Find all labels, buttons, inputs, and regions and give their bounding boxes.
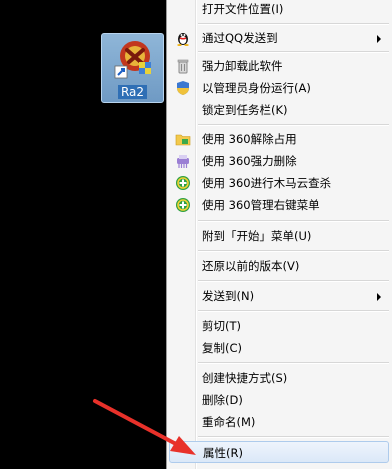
menu-item-open-file-location[interactable]: 打开文件位置(I) <box>169 0 389 20</box>
menu-item-label: 属性(R) <box>203 446 243 460</box>
uac-shield-icon <box>177 81 189 95</box>
menu-item-run-as-admin[interactable]: 以管理员身份运行(A) <box>169 77 389 99</box>
menu-item-label: 以管理员身份运行(A) <box>202 81 311 95</box>
desktop-shortcut-ra2[interactable]: Ra2 <box>101 33 164 103</box>
menu-separator <box>198 51 389 53</box>
menu-item-label: 复制(C) <box>202 341 243 355</box>
menu-item-label: 创建快捷方式(S) <box>202 371 288 385</box>
menu-item-360-force-delete[interactable]: 使用 360强力删除 <box>169 150 389 172</box>
purple-shred-icon <box>177 155 189 168</box>
menu-item-label: 使用 360解除占用 <box>202 132 297 146</box>
menu-separator <box>198 23 389 25</box>
menu-item-label: 使用 360管理右键菜单 <box>202 198 320 212</box>
menu-item-create-shortcut[interactable]: 创建快捷方式(S) <box>169 367 389 389</box>
menu-item-label: 剪切(T) <box>202 319 241 333</box>
menu-item-pin-to-taskbar[interactable]: 锁定到任务栏(K) <box>169 99 389 121</box>
360-green-plus-icon <box>176 176 190 190</box>
menu-item-label: 附到「开始」菜单(U) <box>202 229 312 243</box>
menu-item-label: 使用 360进行木马云查杀 <box>202 176 332 190</box>
menu-item-360-unlock[interactable]: 使用 360解除占用 <box>169 128 389 150</box>
menu-item-send-to[interactable]: 发送到(N) <box>169 285 389 307</box>
menu-separator <box>198 220 389 222</box>
360-green-plus-icon <box>176 198 190 212</box>
submenu-arrow-icon <box>377 293 381 301</box>
menu-item-copy[interactable]: 复制(C) <box>169 337 389 359</box>
context-menu: 打开文件位置(I) 通过QQ发送到 强力卸载此软件 以管理员身份运行(A) 锁定… <box>166 0 392 469</box>
menu-item-label: 发送到(N) <box>202 289 255 303</box>
red-alert-app-icon <box>114 41 151 79</box>
menu-separator <box>198 436 389 438</box>
menu-item-360-trojan-scan[interactable]: 使用 360进行木马云查杀 <box>169 172 389 194</box>
trash-icon <box>177 59 189 74</box>
menu-item-pin-to-start[interactable]: 附到「开始」菜单(U) <box>169 225 389 247</box>
menu-item-force-uninstall[interactable]: 强力卸载此软件 <box>169 55 389 77</box>
menu-item-rename[interactable]: 重命名(M) <box>169 411 389 433</box>
menu-item-cut[interactable]: 剪切(T) <box>169 315 389 337</box>
shortcut-label: Ra2 <box>102 85 163 99</box>
menu-separator <box>198 250 389 252</box>
qq-penguin-icon <box>177 33 189 46</box>
menu-item-send-via-qq[interactable]: 通过QQ发送到 <box>169 27 389 49</box>
menu-item-label: 重命名(M) <box>202 415 256 429</box>
folder-unlock-icon <box>175 134 191 146</box>
submenu-arrow-icon <box>377 35 381 43</box>
menu-item-delete[interactable]: 删除(D) <box>169 389 389 411</box>
menu-item-label: 通过QQ发送到 <box>202 31 278 45</box>
menu-item-label: 锁定到任务栏(K) <box>202 103 288 117</box>
menu-item-restore-previous-versions[interactable]: 还原以前的版本(V) <box>169 255 389 277</box>
menu-item-label: 删除(D) <box>202 393 243 407</box>
menu-separator <box>198 362 389 364</box>
menu-item-360-manage-menu[interactable]: 使用 360管理右键菜单 <box>169 194 389 216</box>
menu-separator <box>198 310 389 312</box>
menu-item-label: 强力卸载此软件 <box>202 59 283 73</box>
menu-separator <box>198 124 389 126</box>
menu-item-label: 使用 360强力删除 <box>202 154 297 168</box>
menu-separator <box>198 280 389 282</box>
menu-item-label: 还原以前的版本(V) <box>202 259 300 273</box>
menu-item-label: 打开文件位置(I) <box>202 2 284 16</box>
menu-item-properties[interactable]: 属性(R) <box>169 441 389 463</box>
